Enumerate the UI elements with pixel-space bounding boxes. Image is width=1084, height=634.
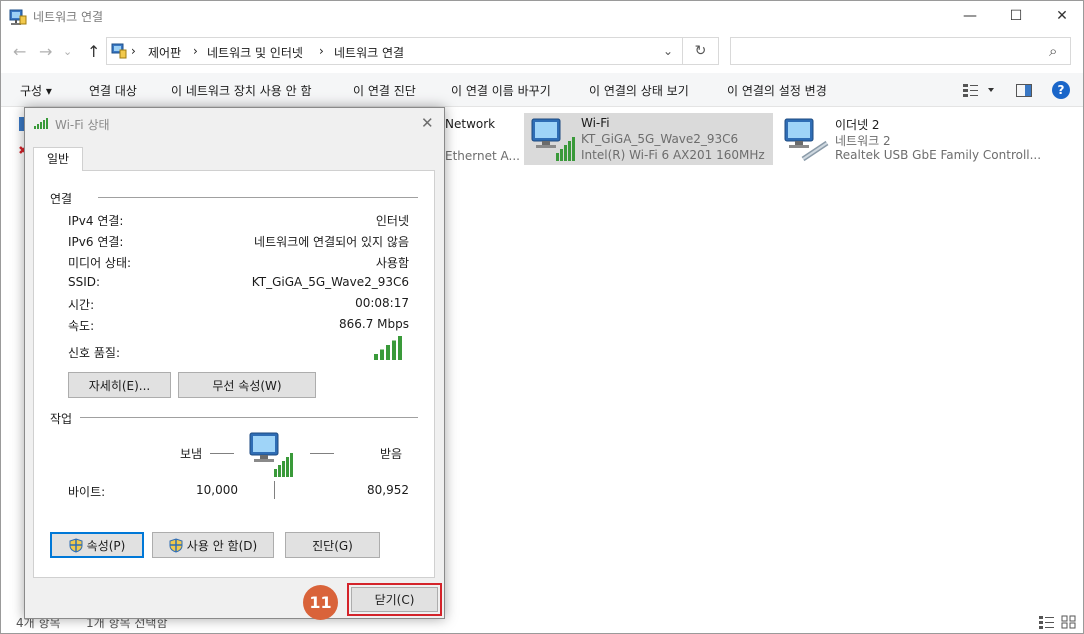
connect-to-button[interactable]: 연결 대상 <box>89 82 137 99</box>
ipv4-value: 인터넷 <box>375 214 409 228</box>
signal-quality-icon <box>374 336 402 360</box>
connection-network: KT_GiGA_5G_Wave2_93C6 <box>581 132 739 146</box>
close-button[interactable]: ✕ <box>1039 1 1084 31</box>
forward-arrow-icon[interactable]: → <box>39 42 52 61</box>
search-input[interactable]: ⌕ <box>730 37 1071 65</box>
media-state-value: 사용함 <box>375 256 409 270</box>
received-label: 받음 <box>380 447 403 461</box>
minimize-button[interactable]: — <box>947 1 993 31</box>
change-settings-button[interactable]: 이 연결의 설정 변경 <box>727 82 827 99</box>
disable-button[interactable]: 사용 안 함(D) <box>152 532 274 558</box>
window-title: 네트워크 연결 <box>33 10 104 24</box>
view-status-button[interactable]: 이 연결의 상태 보기 <box>589 82 689 99</box>
media-state-label: 미디어 상태: <box>68 256 132 270</box>
dialog-close-button[interactable]: 닫기(C) <box>351 587 438 612</box>
address-bar[interactable]: › 제어판 › 네트워크 및 인터넷 › 네트워크 연결 ⌄ <box>106 37 683 65</box>
ipv4-label: IPv4 연결: <box>68 214 124 228</box>
search-icon: ⌕ <box>1049 42 1058 60</box>
signal-quality-label: 신호 품질: <box>68 346 121 360</box>
connection-name: Network <box>445 117 496 131</box>
diagnose-button[interactable]: 진단(G) <box>285 532 380 558</box>
ssid-value: KT_GiGA_5G_Wave2_93C6 <box>251 275 409 289</box>
breadcrumb-control-panel[interactable]: 제어판 <box>148 44 181 61</box>
sent-line <box>210 453 234 454</box>
ssid-label: SSID: <box>68 275 101 289</box>
connection-adapter: Intel(R) Wi-Fi 6 AX201 160MHz <box>581 148 765 162</box>
wifi-adapter-icon <box>531 118 575 161</box>
section-divider <box>98 197 418 198</box>
command-bar: 구성 ▾ 연결 대상 이 네트워크 장치 사용 안 함 이 연결 진단 이 연결… <box>1 73 1083 107</box>
connection-section-label: 연결 <box>50 192 73 206</box>
properties-button[interactable]: 속성(P) <box>50 532 144 558</box>
connection-adapter: Ethernet A... <box>445 149 520 163</box>
signal-bar <box>398 336 402 360</box>
breadcrumb-separator: › <box>319 44 324 58</box>
back-arrow-icon[interactable]: ← <box>13 42 26 61</box>
breadcrumb-separator: › <box>131 44 136 58</box>
connection-name: Wi-Fi <box>581 116 610 130</box>
bytes-sent-value: 10,000 <box>196 483 238 497</box>
connection-item-network[interactable]: Network Ethernet A... <box>445 111 521 165</box>
connection-network: 네트워크 2 <box>835 134 891 148</box>
uac-shield-icon <box>69 537 83 553</box>
ipv6-label: IPv6 연결: <box>68 235 124 249</box>
connection-item-wifi[interactable]: Wi-Fi KT_GiGA_5G_Wave2_93C6 Intel(R) Wi-… <box>524 113 773 165</box>
disable-label: 사용 안 함(D) <box>186 538 258 553</box>
connection-name: 이더넷 2 <box>835 118 880 132</box>
ethernet-adapter-icon <box>784 118 829 162</box>
bytes-received-value: 80,952 <box>367 483 409 497</box>
breadcrumb-network-internet[interactable]: 네트워크 및 인터넷 <box>207 44 303 61</box>
uac-shield-icon <box>169 537 183 553</box>
control-panel-icon <box>111 43 127 59</box>
help-button[interactable]: ? <box>1052 81 1070 99</box>
up-arrow-icon[interactable]: ↑ <box>87 42 100 61</box>
title-bar: 네트워크 연결 — ☐ ✕ <box>1 1 1083 33</box>
rename-connection-button[interactable]: 이 연결 이름 바꾸기 <box>451 82 551 99</box>
received-line <box>310 453 334 454</box>
wireless-properties-button[interactable]: 무선 속성(W) <box>178 372 316 398</box>
maximize-button[interactable]: ☐ <box>993 1 1039 31</box>
ipv6-value: 네트워크에 연결되어 있지 않음 <box>254 235 409 249</box>
tab-general[interactable]: 일반 <box>33 147 83 171</box>
organize-menu[interactable]: 구성 ▾ <box>20 82 52 99</box>
network-folder-icon <box>9 9 27 25</box>
sent-label: 보냄 <box>180 447 203 461</box>
signal-bar <box>380 349 384 360</box>
signal-bar <box>374 354 378 360</box>
speed-label: 속도: <box>68 319 95 333</box>
signal-bar <box>386 345 390 360</box>
connection-item-ethernet-2[interactable]: 이더넷 2 네트워크 2 Realtek USB GbE Family Cont… <box>779 113 1041 165</box>
bytes-label: 바이트: <box>68 485 106 499</box>
view-options-icon[interactable] <box>963 83 995 97</box>
activity-section-label: 작업 <box>50 412 73 426</box>
network-activity-icon <box>249 432 293 477</box>
wifi-status-dialog: Wi-Fi 상태 ✕ 일반 연결 IPv4 연결: 인터넷 IPv6 연결: 네… <box>24 107 445 620</box>
details-button[interactable]: 자세히(E)... <box>68 372 171 398</box>
connection-adapter: Realtek USB GbE Family Controll... <box>835 148 1042 162</box>
signal-bar <box>392 340 396 360</box>
wifi-signal-icon <box>34 118 48 129</box>
speed-value: 866.7 Mbps <box>338 317 409 331</box>
general-tab-panel: 연결 IPv4 연결: 인터넷 IPv6 연결: 네트워크에 연결되어 있지 않… <box>33 170 435 578</box>
address-dropdown-icon[interactable]: ⌄ <box>663 44 673 58</box>
step-number-badge: 11 <box>303 585 338 620</box>
view-toggle-icons[interactable] <box>1039 615 1079 629</box>
recent-chevron-icon[interactable]: ⌄ <box>63 45 72 58</box>
properties-label: 속성(P) <box>86 538 126 553</box>
duration-label: 시간: <box>68 298 95 312</box>
preview-pane-icon[interactable] <box>1016 84 1032 97</box>
refresh-button[interactable]: ↻ <box>683 37 719 65</box>
duration-value: 00:08:17 <box>355 296 409 310</box>
diagnose-connection-button[interactable]: 이 연결 진단 <box>353 82 416 99</box>
breadcrumb-network-connections[interactable]: 네트워크 연결 <box>334 44 404 61</box>
address-row: ← → ⌄ ↑ › 제어판 › 네트워크 및 인터넷 › 네트워크 연결 ⌄ ↻… <box>1 34 1083 70</box>
breadcrumb-separator: › <box>193 44 198 58</box>
dialog-title: Wi-Fi 상태 <box>55 118 110 132</box>
section-divider <box>80 417 418 418</box>
disable-device-button[interactable]: 이 네트워크 장치 사용 안 함 <box>171 82 312 99</box>
bytes-divider <box>274 481 275 499</box>
dialog-close-icon[interactable]: ✕ <box>421 114 434 132</box>
